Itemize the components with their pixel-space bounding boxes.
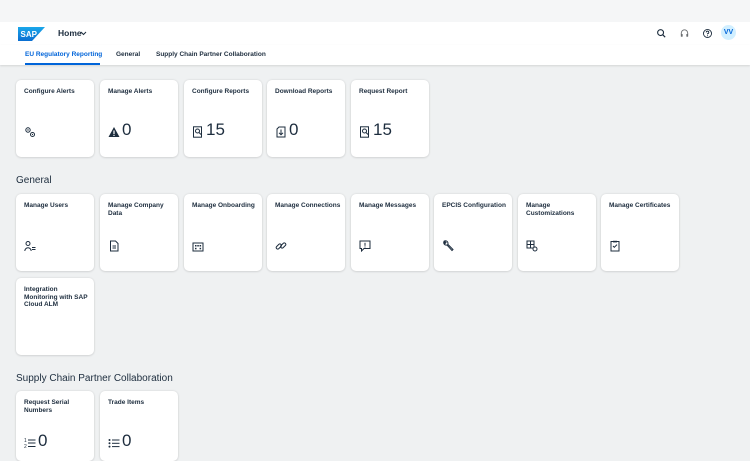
- tab-general[interactable]: General: [116, 51, 140, 58]
- download-icon: [276, 126, 286, 138]
- tile-title: Manage Users: [24, 202, 69, 209]
- tile-epcis-configuration[interactable]: EPCIS Configuration: [434, 194, 512, 271]
- message-icon: [359, 240, 371, 252]
- tile-title: Request Serial Numbers: [24, 399, 70, 414]
- tile-manage-users[interactable]: Manage Users: [16, 194, 94, 271]
- tile-title: Trade Items: [108, 399, 145, 406]
- tile-title: EPCIS Configuration: [442, 202, 506, 209]
- tile-count: 0: [122, 120, 132, 139]
- report-icon: [193, 126, 202, 138]
- browser-top-strip: [0, 0, 750, 22]
- tile-manage-certificates[interactable]: Manage Certificates: [601, 194, 679, 271]
- tile-manage-alerts[interactable]: Manage Alerts 0: [100, 80, 178, 157]
- tile-manage-messages[interactable]: Manage Messages: [351, 194, 429, 271]
- tile-title: Manage Company Data: [108, 202, 164, 217]
- tile-count: 15: [206, 120, 225, 139]
- headset-icon[interactable]: [679, 28, 690, 39]
- active-tab-indicator: [25, 63, 100, 65]
- shell-bar: SAP Home VV: [0, 22, 750, 45]
- table-settings-icon: [526, 240, 538, 252]
- tile-title: Manage Customizations: [526, 202, 575, 217]
- chevron-down-icon[interactable]: [80, 30, 87, 37]
- tile-title: Configure Alerts: [24, 88, 75, 95]
- document-icon: [110, 240, 119, 252]
- tab-bar: EU Regulatory Reporting General Supply C…: [0, 45, 750, 65]
- tile-manage-onboarding[interactable]: Manage Onboarding: [184, 194, 262, 271]
- svg-text:2: 2: [24, 444, 27, 449]
- tile-title: Manage Messages: [359, 202, 417, 209]
- tile-count: 0: [38, 431, 48, 450]
- tile-title: Configure Reports: [192, 88, 250, 95]
- tile-configure-alerts[interactable]: Configure Alerts: [16, 80, 94, 157]
- report-icon: [360, 126, 369, 138]
- home-title[interactable]: Home: [58, 28, 82, 38]
- tile-title: Integration Monitoring with SAP Cloud AL…: [24, 286, 88, 308]
- tile-integration-monitoring[interactable]: Integration Monitoring with SAP Cloud AL…: [16, 278, 94, 355]
- tile-title: Manage Alerts: [108, 88, 153, 95]
- sap-logo-text: SAP: [21, 30, 38, 39]
- tile-title: Manage Connections: [275, 202, 341, 209]
- chain-link-icon: [275, 242, 287, 250]
- tile-count: 0: [289, 120, 299, 139]
- tile-count: 0: [122, 431, 132, 450]
- gears-icon: [25, 127, 35, 137]
- wrench-icon: [443, 240, 454, 252]
- section-title-general: General: [16, 175, 52, 186]
- section-title-supply-chain-partner-collaboration: Supply Chain Partner Collaboration: [16, 373, 173, 384]
- tile-configure-reports[interactable]: Configure Reports 15: [184, 80, 262, 157]
- help-icon[interactable]: [702, 28, 713, 39]
- clipboard-icon: [610, 240, 620, 252]
- tile-download-reports[interactable]: Download Reports 0: [267, 80, 345, 157]
- tile-count: 15: [373, 120, 392, 139]
- tile-manage-company-data[interactable]: Manage Company Data: [100, 194, 178, 271]
- tile-title: Download Reports: [275, 88, 333, 95]
- tab-eu-regulatory-reporting[interactable]: EU Regulatory Reporting: [25, 51, 102, 58]
- building-icon: [192, 242, 204, 252]
- user-list-icon: [24, 241, 36, 252]
- user-avatar[interactable]: VV: [721, 25, 736, 40]
- warning-icon: [108, 127, 120, 137]
- tile-title: Manage Certificates: [609, 202, 671, 209]
- tile-manage-customizations[interactable]: Manage Customizations: [518, 194, 596, 271]
- tile-request-report[interactable]: Request Report 15: [351, 80, 429, 157]
- tile-manage-connections[interactable]: Manage Connections: [267, 194, 345, 271]
- bullet-list-icon: [108, 439, 120, 448]
- tile-title: Manage Onboarding: [192, 202, 255, 209]
- tile-title: Request Report: [359, 88, 408, 95]
- search-icon[interactable]: [656, 28, 667, 39]
- tab-supply-chain-partner-collaboration[interactable]: Supply Chain Partner Collaboration: [156, 51, 266, 58]
- sap-logo[interactable]: SAP: [18, 27, 45, 41]
- numbered-list-icon: 1 2: [24, 438, 36, 449]
